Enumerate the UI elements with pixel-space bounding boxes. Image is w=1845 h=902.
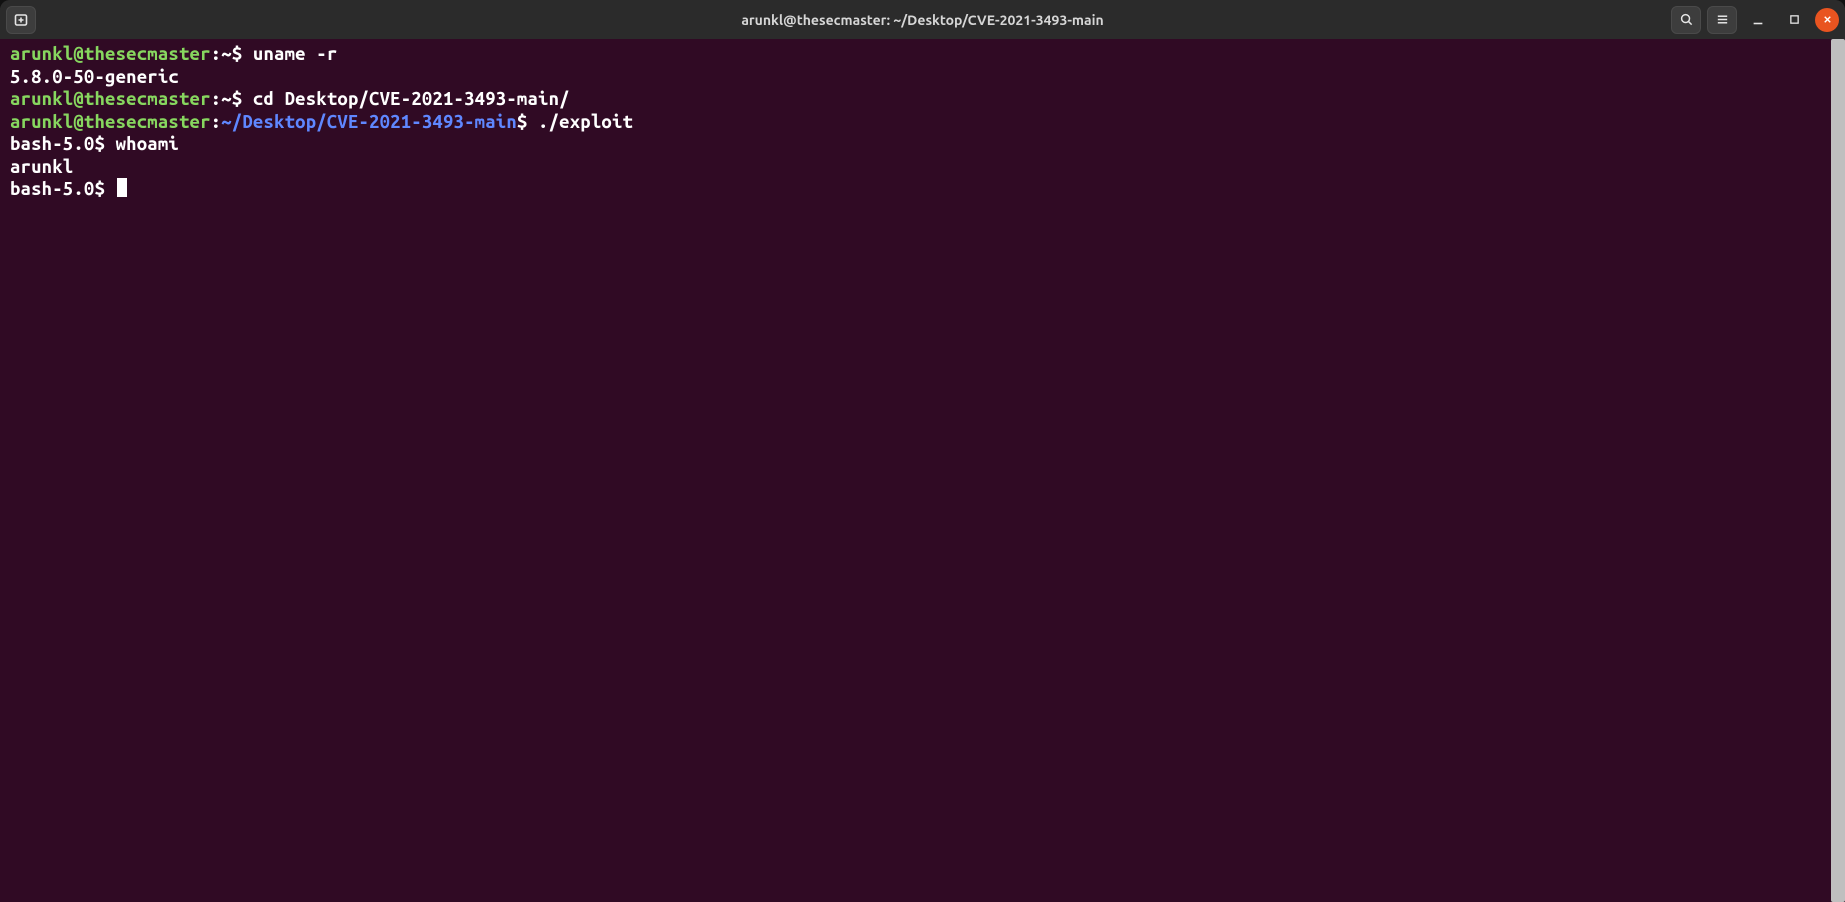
terminal-line: arunkl@thesecmaster:~$ uname -r [10,43,1821,66]
window-title: arunkl@thesecmaster: ~/Desktop/CVE-2021-… [741,12,1103,28]
titlebar-left-group [6,6,36,34]
minimize-button[interactable] [1743,6,1773,34]
prompt-dollar: $ [232,44,243,64]
titlebar-right-group [1671,6,1839,34]
terminal-line: arunkl@thesecmaster:~$ cd Desktop/CVE-20… [10,88,1821,111]
prompt-path: ~/Desktop/CVE-2021-3493-main [221,112,517,132]
terminal-line: bash-5.0$ whoami [10,133,1821,156]
output-text: arunkl [10,157,73,177]
scrollbar-thumb[interactable] [1831,39,1845,902]
minimize-icon [1751,13,1765,27]
close-icon [1822,14,1833,25]
maximize-button[interactable] [1779,6,1809,34]
terminal-window: arunkl@thesecmaster: ~/Desktop/CVE-2021-… [0,0,1845,902]
command-text: uname -r [253,44,337,64]
menu-button[interactable] [1707,6,1737,34]
terminal-line: bash-5.0$ [10,178,1821,201]
search-button[interactable] [1671,6,1701,34]
terminal-body-wrap: arunkl@thesecmaster:~$ uname -r5.8.0-50-… [0,39,1845,902]
bash-prompt: bash-5.0$ [10,179,105,199]
prompt-path: ~ [221,89,232,109]
prompt-user-host: arunkl@thesecmaster [10,112,211,132]
command-text: cd Desktop/CVE-2021-3493-main/ [253,89,570,109]
prompt-colon: : [211,89,222,109]
prompt-dollar: $ [517,112,528,132]
terminal-line: arunkl@thesecmaster:~/Desktop/CVE-2021-3… [10,111,1821,134]
new-tab-button[interactable] [6,6,36,34]
new-tab-icon [13,12,29,28]
hamburger-icon [1715,12,1730,27]
terminal-viewport[interactable]: arunkl@thesecmaster:~$ uname -r5.8.0-50-… [0,39,1831,902]
prompt-dollar: $ [232,89,243,109]
prompt-user-host: arunkl@thesecmaster [10,44,211,64]
prompt-colon: : [211,44,222,64]
command-text: whoami [116,134,179,154]
prompt-user-host: arunkl@thesecmaster [10,89,211,109]
prompt-path: ~ [221,44,232,64]
output-text: 5.8.0-50-generic [10,67,179,87]
search-icon [1679,12,1694,27]
terminal-line: arunkl [10,156,1821,179]
command-text: ./exploit [538,112,633,132]
maximize-icon [1788,13,1801,26]
cursor [117,178,127,197]
prompt-colon: : [211,112,222,132]
scrollbar-track[interactable] [1831,39,1845,902]
bash-prompt: bash-5.0$ [10,134,105,154]
terminal-line: 5.8.0-50-generic [10,66,1821,89]
titlebar: arunkl@thesecmaster: ~/Desktop/CVE-2021-… [0,0,1845,39]
close-button[interactable] [1815,8,1839,32]
